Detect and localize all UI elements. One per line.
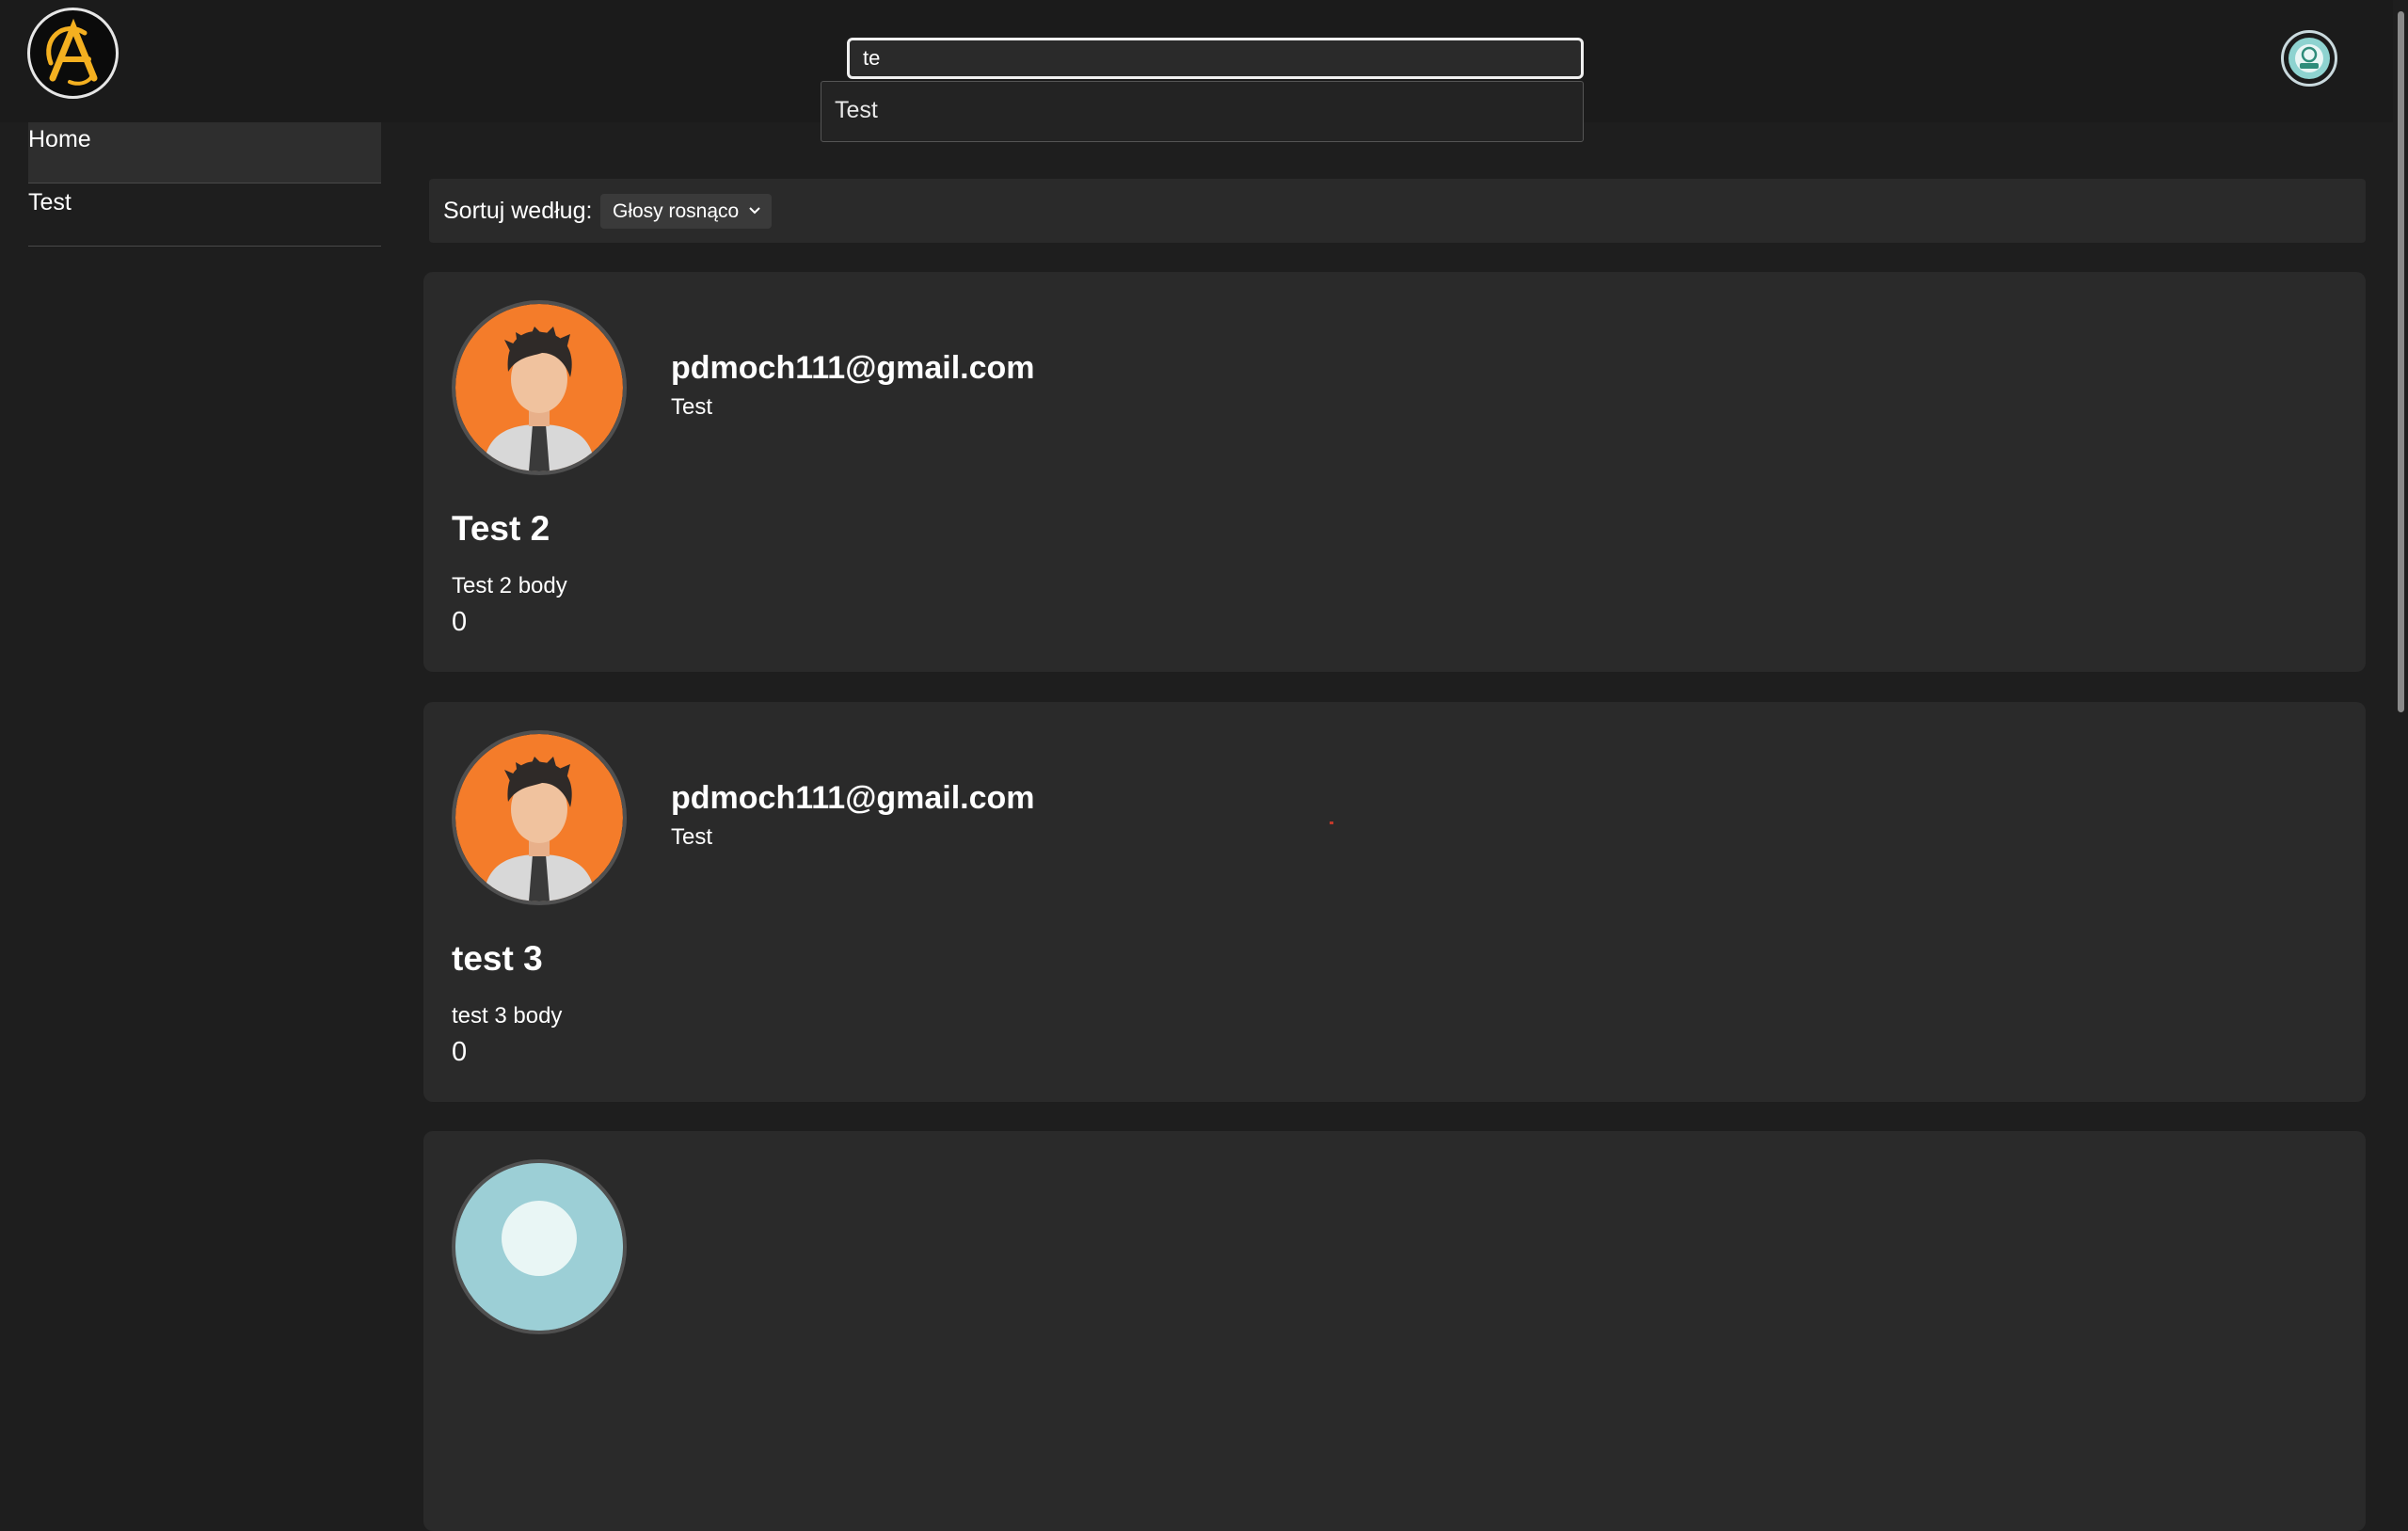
- post-votes: 0: [452, 1037, 468, 1067]
- sidebar-item-home[interactable]: Home: [28, 122, 381, 183]
- sidebar: Home Test: [0, 122, 395, 1204]
- sort-select-value: Głosy rosnąco: [613, 199, 740, 222]
- post-body: Test 2 body: [452, 573, 567, 598]
- post-card[interactable]: pdmoch111@gmail.com Test test 3 test 3 b…: [423, 702, 2366, 1102]
- post-title[interactable]: Test 2: [452, 509, 550, 549]
- sidebar-item-label: Test: [28, 189, 72, 215]
- chevron-down-icon: [745, 201, 764, 226]
- stray-pixel: [1330, 821, 1333, 824]
- post-author[interactable]: pdmoch111@gmail.com: [671, 350, 1035, 387]
- sort-label: Sortuj według:: [443, 198, 593, 224]
- search-suggestion-item[interactable]: Test: [835, 97, 878, 124]
- sidebar-item-test[interactable]: Test: [28, 185, 381, 247]
- post-card[interactable]: pdmoch111@gmail.com Test Test 2 Test 2 b…: [423, 272, 2366, 672]
- sort-bar: Sortuj według: Głosy rosnąco: [429, 179, 2366, 243]
- male-avatar-icon: [452, 300, 627, 475]
- male-avatar-icon: [452, 730, 627, 905]
- scrollbar-thumb[interactable]: [2398, 11, 2404, 712]
- sort-select[interactable]: Głosy rosnąco: [600, 194, 772, 229]
- anime-a-logo-icon[interactable]: [27, 8, 119, 99]
- sidebar-item-label: Home: [28, 126, 91, 152]
- post-title[interactable]: test 3: [452, 939, 543, 979]
- post-votes: 0: [452, 607, 468, 637]
- post-author[interactable]: pdmoch111@gmail.com: [671, 780, 1035, 817]
- post-card[interactable]: [423, 1131, 2366, 1531]
- search-input[interactable]: [847, 38, 1584, 79]
- teal-avatar-icon: [452, 1159, 627, 1334]
- post-category: Test: [671, 824, 713, 850]
- post-category: Test: [671, 394, 713, 420]
- search-suggestions: Test: [821, 81, 1584, 142]
- post-body: test 3 body: [452, 1003, 563, 1029]
- forum-avatar-icon[interactable]: [2281, 30, 2337, 87]
